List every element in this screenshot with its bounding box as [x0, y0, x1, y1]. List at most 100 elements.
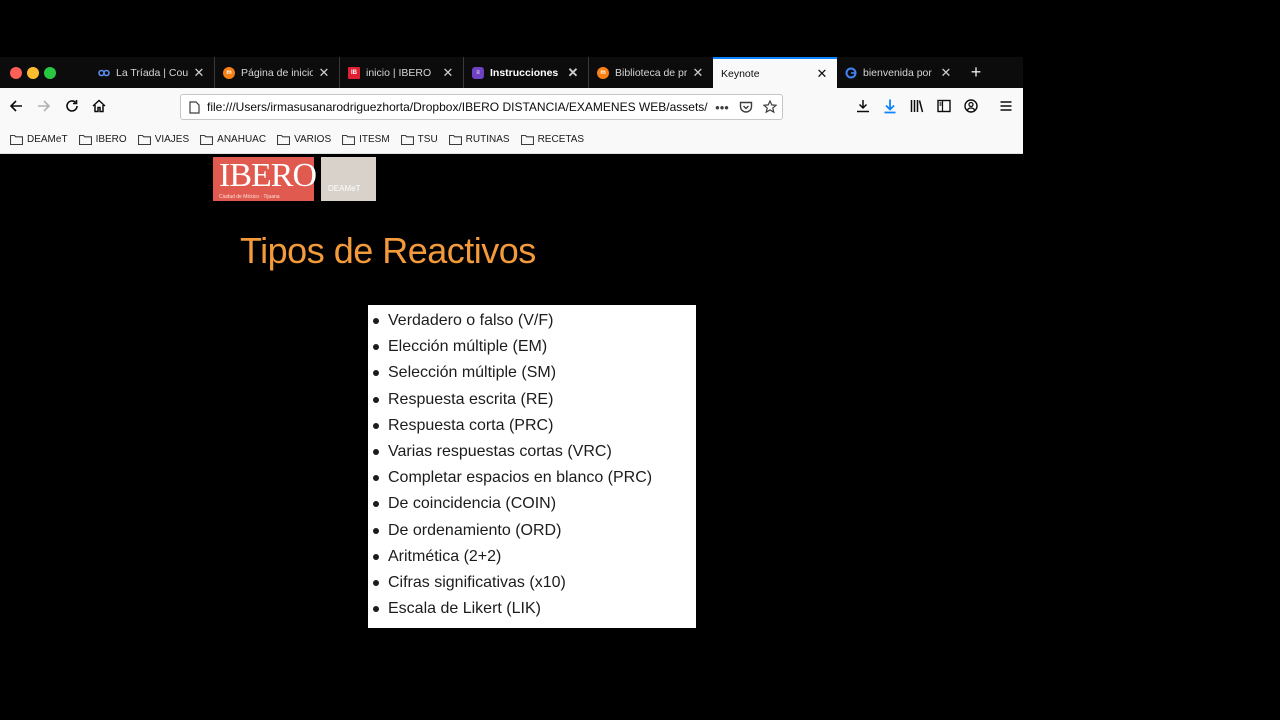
list-item: Aritmética (2+2) — [368, 544, 696, 570]
bookmark-varios[interactable]: VARIOS — [277, 134, 331, 145]
tab-biblioteca[interactable]: m Biblioteca de pr ✕ — [588, 57, 713, 88]
bookmark-label: VIAJES — [154, 133, 190, 145]
folder-icon — [200, 134, 214, 145]
back-arrow-icon — [9, 100, 22, 112]
menu-icon[interactable] — [996, 96, 1016, 116]
list-item-text: Aritmética (2+2) — [388, 547, 502, 565]
bullet-icon — [373, 553, 379, 560]
list-item-text: De coincidencia (COIN) — [388, 495, 557, 513]
bookmark-label: ITESM — [359, 133, 390, 145]
bullet-icon — [373, 501, 379, 508]
bullet-icon — [373, 475, 379, 482]
slide-title: Tipos de Reactivos — [240, 230, 536, 271]
doc-icon: ≡ — [472, 66, 484, 79]
close-tab-icon[interactable]: ✕ — [691, 65, 705, 81]
minimize-window-button[interactable] — [27, 67, 39, 79]
downloads-panel-icon[interactable] — [853, 96, 873, 116]
bookmark-label: VARIOS — [294, 133, 332, 145]
bullet-icon — [373, 370, 379, 377]
list-item: Varias respuestas cortas (VRC) — [368, 439, 696, 465]
list-item-text: De ordenamiento (ORD) — [388, 521, 562, 539]
moodle-icon: m — [223, 66, 235, 79]
bookmark-label: IBERO — [95, 133, 127, 145]
home-button[interactable] — [89, 96, 109, 116]
logo-subtext: Ciudad de México · Tijuana — [219, 194, 280, 200]
list-item-text: Respuesta escrita (RE) — [388, 390, 554, 408]
tab-keynote[interactable]: Keynote ✕ — [713, 57, 837, 88]
close-tab-icon[interactable]: ✕ — [192, 65, 206, 81]
forward-arrow-icon — [38, 100, 51, 112]
list-item-text: Selección múltiple (SM) — [388, 364, 557, 382]
tab-title: Keynote — [721, 67, 760, 80]
account-icon[interactable] — [961, 96, 981, 116]
list-item: Elección múltiple (EM) — [368, 334, 696, 360]
bookmark-anahuac[interactable]: ANAHUAC — [200, 134, 266, 145]
more-icon[interactable]: ••• — [710, 100, 734, 115]
tab-title: bienvenida por c — [863, 66, 935, 79]
bookmark-deamet[interactable]: DEAMeT — [10, 134, 68, 145]
list-item-text: Respuesta corta (PRC) — [388, 416, 554, 434]
bullet-icon — [373, 318, 379, 325]
bookmark-tsu[interactable]: TSU — [400, 133, 438, 145]
bookmarks-bar: DEAMeT IBERO VIAJES ANAHUAC VARIOS ITESM… — [0, 125, 1023, 154]
bullet-icon — [373, 396, 379, 403]
link-icon — [98, 67, 110, 79]
list-item: Respuesta escrita (RE) — [368, 387, 696, 413]
tab-inicio-ibero[interactable]: IB inicio | IBERO ✕ — [339, 57, 463, 88]
library-icon[interactable] — [907, 96, 927, 116]
list-item-text: Completar espacios en blanco (PRC) — [388, 469, 653, 487]
back-button[interactable] — [6, 96, 26, 116]
new-tab-button[interactable]: + — [964, 60, 988, 84]
bookmark-viajes[interactable]: VIAJES — [137, 133, 190, 145]
close-tab-icon[interactable]: ✕ — [815, 66, 829, 82]
folder-icon — [400, 134, 414, 145]
tab-instrucciones[interactable]: ≡ Instrucciones ✕ — [463, 57, 588, 88]
folder-icon — [10, 134, 23, 145]
list-item: Respuesta corta (PRC) — [368, 413, 696, 439]
ibero-logo: IBERO Ciudad de México · Tijuana — [213, 157, 317, 201]
pocket-icon[interactable] — [734, 101, 758, 114]
bookmark-recetas[interactable]: RECETAS — [520, 134, 584, 145]
close-tab-icon[interactable]: ✕ — [566, 65, 580, 81]
folder-icon — [520, 134, 534, 145]
ibero-icon: IB — [348, 66, 360, 79]
zoom-window-button[interactable] — [44, 67, 56, 79]
close-tab-icon[interactable]: ✕ — [441, 65, 455, 81]
list-item: Completar espacios en blanco (PRC) — [368, 465, 696, 491]
tab-title: inicio | IBERO — [366, 66, 432, 79]
list-item-text: Verdadero o falso (V/F) — [388, 312, 554, 330]
reload-icon — [66, 100, 78, 112]
folder-icon — [277, 134, 291, 145]
url-bar[interactable]: file:///Users/irmasusanarodriguezhorta/D… — [180, 94, 783, 120]
list-item: Cifras significativas (x10) — [368, 570, 696, 596]
bookmark-itesm[interactable]: ITESM — [342, 134, 390, 145]
tab-title: Instrucciones — [490, 66, 559, 79]
close-tab-icon[interactable]: ✕ — [939, 65, 953, 81]
moodle-icon: m — [597, 66, 609, 79]
tab-strip: La Tríada | Cou ✕ m Página de inicio ✕ I… — [0, 57, 1023, 88]
bookmark-rutinas[interactable]: RUTINAS — [448, 134, 510, 145]
tab-pagina-de-inicio[interactable]: m Página de inicio ✕ — [214, 57, 339, 88]
list-item: De coincidencia (COIN) — [368, 491, 696, 517]
question-types-list: Verdadero o falso (V/F) Elección múltiple… — [368, 305, 696, 628]
tab-title: Página de inicio — [241, 66, 313, 79]
close-tab-icon[interactable]: ✕ — [317, 65, 331, 81]
folder-icon — [342, 134, 356, 145]
bookmark-ibero[interactable]: IBERO — [78, 133, 127, 145]
bullet-icon — [373, 606, 379, 613]
folder-icon — [78, 134, 92, 145]
url-text[interactable]: file:///Users/irmasusanarodriguezhorta/D… — [207, 100, 710, 114]
bullet-icon — [373, 449, 379, 456]
download-icon[interactable] — [880, 96, 900, 116]
list-item-text: Cifras significativas (x10) — [388, 573, 566, 591]
page-content: IBERO Ciudad de México · Tijuana DEAMeT … — [0, 154, 1023, 663]
tab-bienvenida[interactable]: bienvenida por c ✕ — [837, 57, 961, 88]
sidebar-icon[interactable] — [934, 96, 954, 116]
reload-button[interactable] — [62, 96, 82, 116]
bookmark-label: ANAHUAC — [217, 133, 267, 145]
close-window-button[interactable] — [10, 67, 22, 79]
bookmark-label: TSU — [417, 133, 438, 145]
forward-button[interactable] — [34, 96, 54, 116]
star-icon[interactable] — [758, 100, 782, 114]
tab-la-triada[interactable]: La Tríada | Cou ✕ — [90, 57, 214, 88]
